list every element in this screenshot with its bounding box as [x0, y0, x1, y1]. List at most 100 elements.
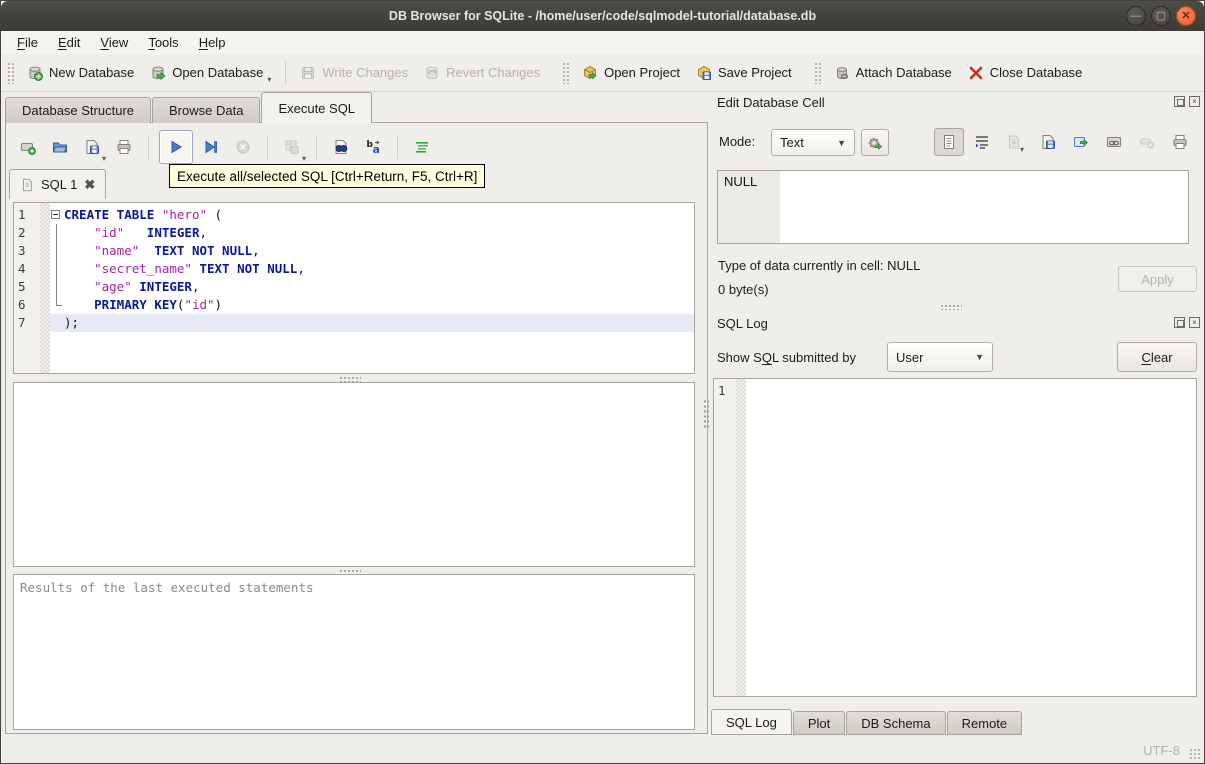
copy-link-button[interactable] — [1099, 128, 1129, 156]
find-replace-button[interactable]: b a — [359, 133, 387, 161]
dock-splitter-handle[interactable] — [940, 304, 962, 310]
dock-tab-plot[interactable]: Plot — [792, 711, 846, 735]
svg-text:a: a — [373, 143, 380, 155]
fold-marker — [50, 278, 64, 296]
toolbar-drag-handle[interactable] — [562, 61, 571, 84]
close-dock-icon[interactable]: × — [1189, 317, 1200, 328]
float-dock-icon[interactable] — [1174, 317, 1185, 328]
maximize-button[interactable]: ▢ — [1151, 6, 1171, 26]
print-icon — [1173, 135, 1187, 149]
tab-database-structure[interactable]: Database Structure — [5, 97, 152, 123]
new-database-button[interactable]: New Database — [19, 60, 142, 86]
fold-marker[interactable] — [50, 206, 64, 224]
write-changes-button: Write Changes — [292, 60, 416, 86]
open-project-label: Open Project — [604, 65, 680, 80]
line-number: 5 — [18, 279, 26, 294]
save-sql-file-button[interactable]: ▾ — [78, 133, 106, 163]
format-sql-icon — [416, 142, 428, 153]
resize-grip[interactable] — [1189, 748, 1201, 760]
fold-marker — [50, 260, 64, 278]
text-view-button[interactable] — [934, 128, 964, 156]
mode-label: Mode: — [719, 134, 756, 149]
open-sql-file-icon — [52, 142, 68, 153]
menu-view[interactable]: View — [90, 32, 138, 53]
execute-current-line-button[interactable] — [197, 133, 225, 161]
set-null-icon — [1140, 138, 1154, 149]
open-in-external-button[interactable] — [1066, 128, 1096, 156]
open-sql-file-button[interactable] — [46, 133, 74, 161]
close-dock-icon[interactable]: × — [1189, 96, 1200, 107]
save-sql-dropdown-arrow[interactable]: ▾ — [102, 154, 106, 163]
code-line[interactable]: 2 "id" INTEGER, — [14, 224, 694, 242]
query-message-pane[interactable] — [13, 382, 695, 567]
open-database-button[interactable]: Open Database ▾ — [142, 60, 279, 86]
menu-file[interactable]: File — [7, 32, 48, 53]
open-database-dropdown-arrow[interactable]: ▾ — [267, 75, 271, 84]
toolbar-drag-handle[interactable] — [813, 61, 822, 84]
code-line[interactable]: 4 "secret_name" TEXT NOT NULL, — [14, 260, 694, 278]
attach-database-button[interactable]: Attach Database — [826, 60, 960, 86]
dock-tab-remote[interactable]: Remote — [946, 711, 1023, 735]
open-database-label: Open Database — [172, 65, 264, 80]
code-line[interactable]: 1 CREATE TABLE "hero" ( — [14, 206, 694, 224]
close-sql1-tab-icon[interactable]: ✖ — [84, 178, 95, 191]
word-wrap-button[interactable] — [967, 128, 997, 156]
line-number: 4 — [18, 261, 26, 276]
close-button[interactable]: ✕ — [1176, 6, 1196, 26]
code-line[interactable]: 3 "name" TEXT NOT NULL, — [14, 242, 694, 260]
auto-format-button[interactable] — [408, 133, 436, 161]
execute-line-icon — [205, 140, 218, 154]
sql-log-filter-combobox[interactable]: User ▼ — [887, 342, 993, 372]
sql-log-view[interactable]: 1 — [713, 378, 1197, 697]
auto-apply-button[interactable] — [861, 129, 889, 156]
code-line[interactable]: 7); — [14, 314, 694, 332]
tab-browse-data[interactable]: Browse Data — [152, 97, 261, 123]
attach-database-icon — [836, 66, 848, 79]
cell-value-editor[interactable]: NULL — [717, 170, 1189, 244]
save-project-button[interactable]: Save Project — [688, 60, 800, 86]
open-project-icon — [584, 65, 597, 80]
results-pane[interactable]: Results of the last executed statements — [13, 574, 695, 730]
find-button[interactable] — [327, 133, 355, 161]
dock-tab-sql-log[interactable]: SQL Log — [711, 709, 792, 735]
execute-sql-icon — [171, 140, 182, 154]
new-sql-tab-button[interactable] — [14, 133, 42, 161]
float-dock-icon[interactable] — [1174, 96, 1185, 107]
cell-size-info: 0 byte(s) — [718, 282, 769, 297]
line-number: 3 — [18, 243, 26, 258]
print-sql-button[interactable] — [110, 133, 138, 161]
fold-marker — [50, 314, 64, 332]
menu-tools[interactable]: Tools — [138, 32, 188, 53]
code-line[interactable]: 5 "age" INTEGER, — [14, 278, 694, 296]
window-controls: — ▢ ✕ — [1126, 6, 1196, 26]
sql1-tab[interactable]: SQL 1 ✖ — [9, 169, 107, 199]
menu-help[interactable]: Help — [189, 32, 236, 53]
write-changes-icon — [302, 66, 315, 79]
minimize-button[interactable]: — — [1126, 6, 1146, 26]
sql1-tab-label: SQL 1 — [41, 177, 78, 192]
open-project-button[interactable]: Open Project — [574, 60, 688, 86]
panel-splitter-handle[interactable] — [703, 399, 709, 429]
mode-combobox[interactable]: Text ▼ — [771, 129, 855, 156]
clear-log-button[interactable]: Clear — [1117, 342, 1197, 372]
app-window: DB Browser for SQLite - /home/user/code/… — [0, 0, 1205, 764]
save-sql-file-icon — [86, 140, 99, 154]
revert-changes-button: Revert Changes — [416, 60, 548, 86]
toolbar-drag-handle[interactable] — [7, 61, 15, 84]
menu-edit[interactable]: Edit — [48, 32, 90, 53]
export-data-button[interactable] — [1033, 128, 1063, 156]
title-bar[interactable]: DB Browser for SQLite - /home/user/code/… — [1, 1, 1204, 31]
close-database-button[interactable]: Close Database — [960, 60, 1091, 86]
fold-marker — [50, 224, 64, 242]
line-number: 1 — [18, 207, 26, 222]
log-line-number: 1 — [718, 383, 726, 398]
tab-execute-sql[interactable]: Execute SQL — [261, 92, 373, 123]
code-line[interactable]: 6 PRIMARY KEY("id") — [14, 296, 694, 314]
write-changes-label: Write Changes — [322, 65, 409, 80]
execute-sql-button[interactable] — [159, 130, 193, 164]
sql-editor[interactable]: 1 CREATE TABLE "hero" (2 "id" INTEGER, 3 "… — [13, 202, 695, 374]
encoding-indicator: UTF-8 — [1143, 743, 1180, 758]
print-icon — [117, 140, 131, 154]
dock-tab-db-schema[interactable]: DB Schema — [846, 711, 946, 735]
print-cell-button[interactable] — [1165, 128, 1195, 156]
